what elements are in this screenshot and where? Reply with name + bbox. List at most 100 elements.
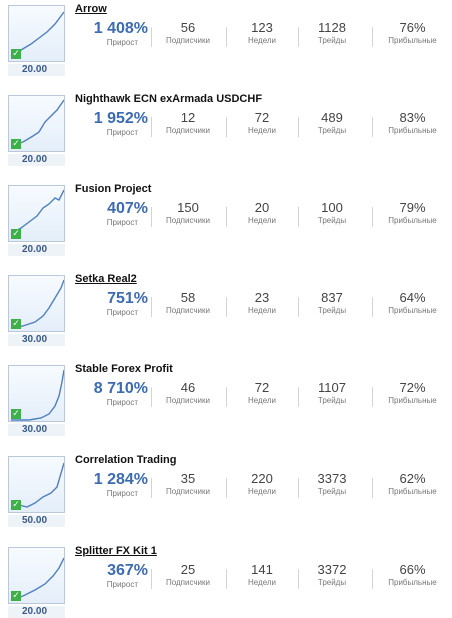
growth-value: 8 710% — [93, 380, 148, 397]
equity-chart-thumbnail[interactable]: ✓ — [8, 95, 65, 152]
weeks-value: 72 — [254, 380, 270, 395]
growth-stat: 8 710% Прирост — [78, 380, 148, 408]
divider — [151, 478, 152, 498]
subscription-price: 20.00 — [8, 64, 65, 76]
growth-label: Прирост — [106, 398, 138, 407]
equity-chart-thumbnail[interactable]: ✓ — [8, 275, 65, 332]
profitable-value: 66% — [399, 562, 426, 577]
divider — [226, 478, 227, 498]
subscribers-value: 46 — [180, 380, 196, 395]
profitable-label: Прибыльные — [388, 216, 437, 225]
subscribers-label: Подписчики — [165, 126, 210, 135]
divider — [372, 27, 373, 47]
trades-label: Трейды — [317, 487, 347, 496]
divider — [151, 569, 152, 589]
divider — [151, 117, 152, 137]
profitable-value: 64% — [399, 290, 426, 305]
weeks-label: Недели — [247, 306, 277, 315]
weeks-label: Недели — [247, 578, 277, 587]
weeks-stat: 220 Недели — [232, 471, 292, 497]
subscribers-stat: 150 Подписчики — [158, 200, 218, 226]
weeks-value: 23 — [254, 290, 270, 305]
trades-stat: 489 Трейды — [302, 110, 362, 136]
trades-stat: 3372 Трейды — [302, 562, 362, 588]
trades-value: 3372 — [317, 562, 347, 577]
weeks-value: 123 — [251, 20, 273, 35]
divider — [298, 117, 299, 137]
trades-stat: 837 Трейды — [302, 290, 362, 316]
weeks-value: 141 — [251, 562, 273, 577]
weeks-stat: 72 Недели — [232, 380, 292, 406]
growth-label: Прирост — [106, 128, 138, 137]
growth-value: 367% — [107, 562, 148, 579]
weeks-stat: 23 Недели — [232, 290, 292, 316]
subscription-price: 30.00 — [8, 424, 65, 436]
trades-label: Трейды — [317, 578, 347, 587]
profitable-stat: 79% Прибыльные — [375, 200, 450, 226]
growth-value: 407% — [107, 200, 148, 217]
check-icon: ✓ — [11, 229, 21, 239]
trades-stat: 1128 Трейды — [302, 20, 362, 46]
signal-name[interactable]: Setka Real2 — [75, 273, 137, 285]
signal-name[interactable]: Arrow — [75, 3, 107, 15]
profitable-label: Прибыльные — [388, 487, 437, 496]
equity-chart-thumbnail[interactable]: ✓ — [8, 185, 65, 242]
trades-label: Трейды — [317, 126, 347, 135]
equity-chart-thumbnail[interactable]: ✓ — [8, 365, 65, 422]
subscribers-value: 12 — [180, 110, 196, 125]
subscribers-value: 35 — [180, 471, 196, 486]
trades-value: 489 — [321, 110, 343, 125]
signal-name[interactable]: Fusion Project — [75, 183, 151, 195]
growth-value: 751% — [107, 290, 148, 307]
signal-name[interactable]: Nighthawk ECN exArmada USDCHF — [75, 93, 262, 105]
signal-row: ✓ 20.00 Arrow 1 408% Прирост 56 Подписчи… — [0, 0, 452, 76]
profitable-value: 79% — [399, 200, 426, 215]
subscribers-label: Подписчики — [165, 36, 210, 45]
weeks-value: 220 — [251, 471, 273, 486]
equity-chart-thumbnail[interactable]: ✓ — [8, 456, 65, 513]
subscribers-label: Подписчики — [165, 578, 210, 587]
check-icon: ✓ — [11, 49, 21, 59]
divider — [151, 297, 152, 317]
subscribers-value: 150 — [177, 200, 199, 215]
divider — [226, 27, 227, 47]
profitable-stat: 62% Прибыльные — [375, 471, 450, 497]
growth-value: 1 408% — [93, 20, 148, 37]
check-icon: ✓ — [11, 319, 21, 329]
growth-label: Прирост — [106, 38, 138, 47]
trades-value: 1128 — [318, 20, 346, 35]
trades-stat: 100 Трейды — [302, 200, 362, 226]
divider — [226, 387, 227, 407]
profitable-value: 76% — [399, 20, 426, 35]
divider — [151, 387, 152, 407]
growth-stat: 367% Прирост — [78, 562, 148, 590]
divider — [372, 117, 373, 137]
divider — [372, 207, 373, 227]
check-icon: ✓ — [11, 591, 21, 601]
profitable-value: 62% — [399, 471, 426, 486]
profitable-stat: 72% Прибыльные — [375, 380, 450, 406]
growth-stat: 1 408% Прирост — [78, 20, 148, 48]
growth-stat: 1 284% Прирост — [78, 471, 148, 499]
check-icon: ✓ — [11, 409, 21, 419]
signal-row: ✓ 30.00 Setka Real2 751% Прирост 58 Подп… — [0, 270, 452, 346]
equity-chart-thumbnail[interactable]: ✓ — [8, 5, 65, 62]
profitable-label: Прибыльные — [388, 306, 437, 315]
divider — [372, 297, 373, 317]
profitable-label: Прибыльные — [388, 126, 437, 135]
equity-chart-thumbnail[interactable]: ✓ — [8, 547, 65, 604]
weeks-stat: 141 Недели — [232, 562, 292, 588]
divider — [151, 207, 152, 227]
signal-name[interactable]: Stable Forex Profit — [75, 363, 173, 375]
signal-name[interactable]: Splitter FX Kit 1 — [75, 545, 157, 557]
profitable-stat: 66% Прибыльные — [375, 562, 450, 588]
growth-stat: 751% Прирост — [78, 290, 148, 318]
subscribers-label: Подписчики — [165, 487, 210, 496]
divider — [372, 569, 373, 589]
trades-stat: 3373 Трейды — [302, 471, 362, 497]
subscription-price: 30.00 — [8, 334, 65, 346]
divider — [298, 569, 299, 589]
trades-label: Трейды — [317, 396, 347, 405]
divider — [226, 297, 227, 317]
signal-name[interactable]: Correlation Trading — [75, 454, 176, 466]
